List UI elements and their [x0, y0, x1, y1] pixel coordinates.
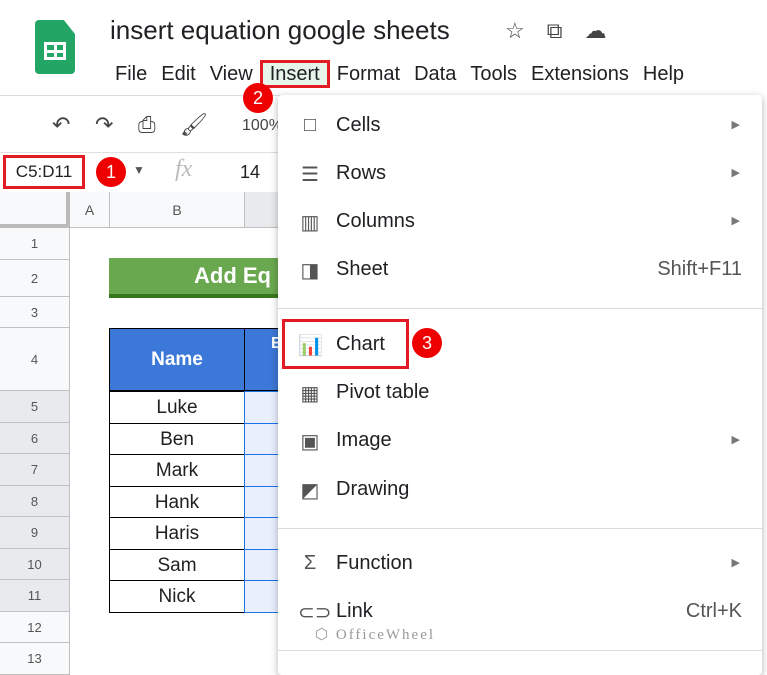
submenu-arrow-icon: ▶ [731, 119, 740, 131]
menu-item-sheet[interactable]: ◨ Sheet Shift+F11 [278, 248, 762, 292]
menu-item-label: Link [336, 600, 373, 622]
submenu-arrow-icon: ▶ [731, 167, 740, 179]
name-cell[interactable]: Ben [109, 423, 245, 455]
submenu-arrow-icon: ▶ [731, 215, 740, 227]
sigma-icon: Σ [303, 552, 317, 574]
row-header-5[interactable]: 5 [0, 391, 70, 423]
name-box[interactable]: C5:D11 [3, 155, 85, 189]
submenu-arrow-icon: ▶ [731, 434, 740, 446]
row-header-12[interactable]: 12 [0, 612, 70, 643]
star-icon[interactable]: ☆ [505, 18, 525, 44]
menu-item-label: Pivot table [336, 381, 430, 403]
column-header-a[interactable]: A [70, 192, 110, 228]
cloud-saved-icon[interactable]: ☁ [584, 18, 606, 44]
row-header-10[interactable]: 10 [0, 549, 70, 580]
name-cell[interactable]: Haris [109, 517, 245, 550]
shortcut-label: Ctrl+K [685, 600, 742, 622]
drawing-icon: ◩ [300, 480, 320, 502]
menu-bar: File Edit View Insert Format Data Tools … [108, 60, 691, 88]
menu-item-label: Columns [336, 210, 415, 232]
row-header-3[interactable]: 3 [0, 297, 70, 328]
pivot-table-icon: ▦ [300, 383, 320, 405]
name-cell[interactable]: Nick [109, 580, 245, 613]
row-header-6[interactable]: 6 [0, 423, 70, 454]
move-to-folder-icon[interactable]: ⧉ [547, 18, 563, 44]
menu-insert[interactable]: Insert [259, 60, 330, 88]
zoom-select[interactable]: 100% [242, 117, 283, 135]
redo-icon[interactable]: ↷ [95, 112, 113, 138]
sheet-icon: ◨ [300, 260, 320, 282]
menu-file[interactable]: File [108, 60, 154, 88]
row-header-1[interactable]: 1 [0, 228, 70, 260]
name-cell[interactable]: Luke [109, 391, 245, 424]
menu-item-label: Rows [336, 162, 387, 184]
row-header-9[interactable]: 9 [0, 517, 70, 549]
menu-format[interactable]: Format [330, 60, 407, 88]
image-icon: ▣ [300, 431, 320, 453]
row-header-7[interactable]: 7 [0, 454, 70, 486]
menu-edit[interactable]: Edit [154, 60, 202, 88]
chart-icon: 📊 [298, 335, 323, 357]
menu-item-drawing[interactable]: ◩ Drawing [278, 468, 762, 512]
menu-extensions[interactable]: Extensions [524, 60, 636, 88]
cells-icon: □ [303, 114, 317, 136]
menu-item-rows[interactable]: ☰ Rows ▶ [278, 152, 762, 196]
name-cell[interactable]: Mark [109, 454, 245, 487]
heading-cell[interactable]: Add Eq [109, 258, 289, 298]
row-header-11[interactable]: 11 [0, 580, 70, 612]
menu-item-label: Cells [336, 114, 381, 136]
table-header-name[interactable]: Name [109, 328, 245, 391]
officewheel-watermark: ⬡ OfficeWheel [315, 627, 436, 643]
undo-icon[interactable]: ↶ [52, 112, 70, 138]
step-badge-1: 1 [96, 157, 126, 187]
select-all-corner[interactable] [0, 192, 70, 228]
name-cell[interactable]: Hank [109, 486, 245, 518]
row-header-8[interactable]: 8 [0, 486, 70, 517]
menu-item-label: Image [336, 429, 392, 451]
link-icon: ⊂⊃ [298, 602, 332, 624]
row-header-2[interactable]: 2 [0, 260, 70, 297]
formula-input[interactable]: 14 [240, 162, 260, 183]
step-badge-2: 2 [243, 83, 273, 113]
columns-icon: ▥ [300, 212, 320, 234]
insert-menu: 3 □ Cells ▶ ☰ Rows ▶ ▥ Columns ▶ ◨ Sheet Shift+F11 📊… [278, 95, 762, 675]
menu-item-function[interactable]: Σ Function ▶ [278, 542, 762, 586]
sheets-logo[interactable] [35, 20, 75, 74]
shortcut-label: Shift+F11 [657, 258, 742, 280]
menu-item-label: Drawing [336, 478, 410, 500]
fx-icon: fx [175, 156, 193, 182]
menu-help[interactable]: Help [636, 60, 691, 88]
menu-item-pivot-table[interactable]: ▦ Pivot table [278, 371, 762, 415]
submenu-arrow-icon: ▶ [731, 557, 740, 569]
print-icon[interactable]: ⎙ [138, 112, 156, 138]
menu-item-image[interactable]: ▣ Image ▶ [278, 419, 762, 463]
menu-item-label: Function [336, 552, 413, 574]
rows-icon: ☰ [301, 164, 319, 186]
name-cell[interactable]: Sam [109, 549, 245, 581]
menu-divider [278, 650, 762, 651]
menu-item-cells[interactable]: □ Cells ▶ [278, 104, 762, 148]
row-header-13[interactable]: 13 [0, 643, 70, 675]
document-title[interactable]: insert equation google sheets [110, 15, 450, 46]
menu-item-label: Sheet [336, 258, 389, 280]
menu-item-chart[interactable]: 📊 Chart [278, 323, 762, 367]
menu-data[interactable]: Data [407, 60, 463, 88]
menu-item-label: Chart [336, 333, 385, 355]
column-header-b[interactable]: B [110, 192, 245, 228]
name-box-dropdown-icon[interactable]: ▼ [133, 163, 145, 177]
menu-divider [278, 308, 762, 309]
row-header-4[interactable]: 4 [0, 328, 70, 391]
menu-item-columns[interactable]: ▥ Columns ▶ [278, 200, 762, 244]
paint-format-icon[interactable]: 🖌 [180, 112, 208, 138]
menu-tools[interactable]: Tools [463, 60, 524, 88]
menu-divider [278, 528, 762, 529]
